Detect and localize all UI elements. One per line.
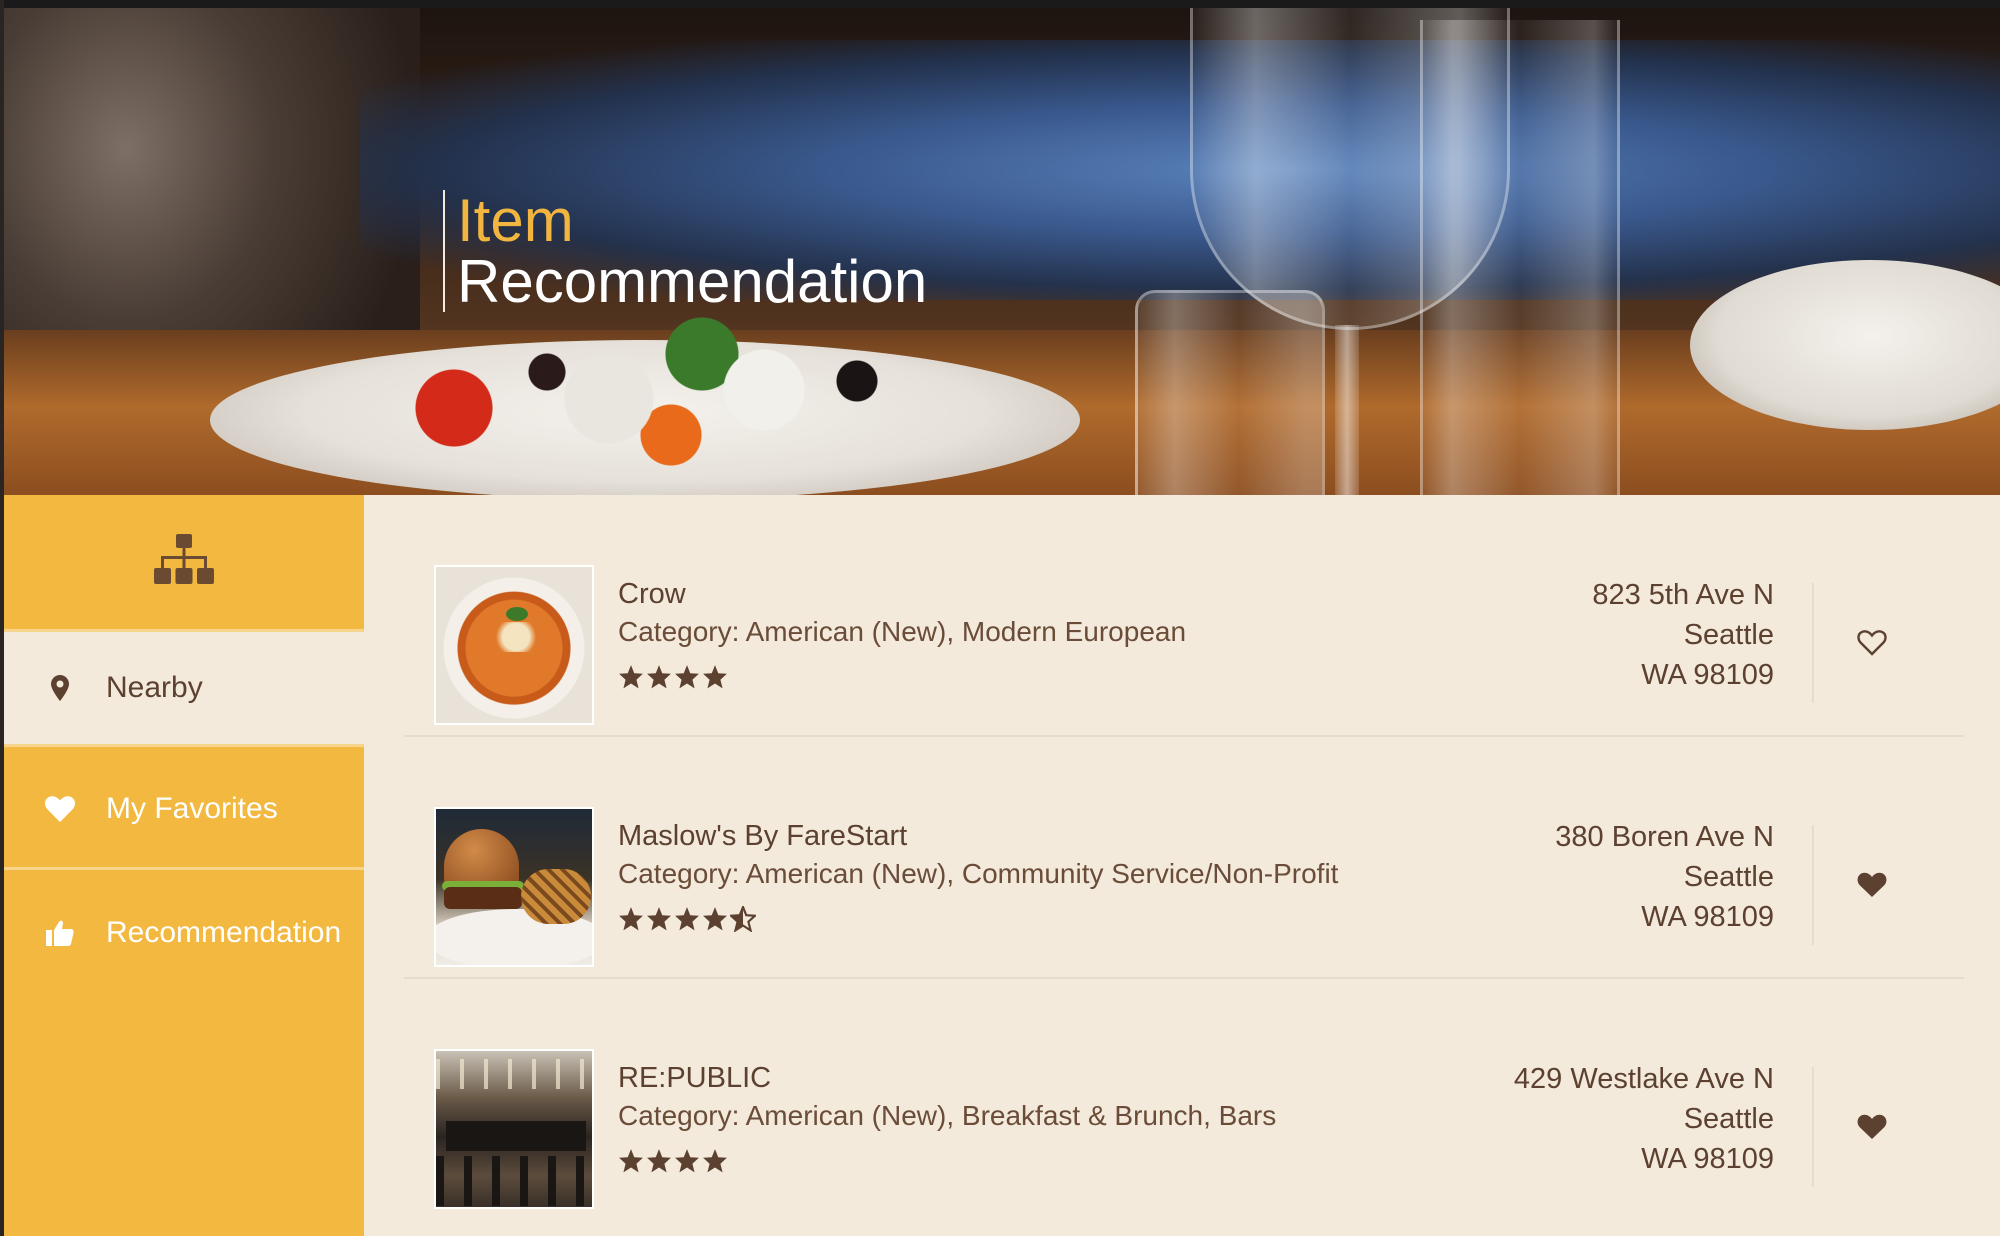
hero-banner: Item Recommendation (0, 0, 2000, 495)
recommendation-list: Crow Category: American (New), Modern Eu… (364, 495, 2000, 1236)
star-icon (703, 1149, 727, 1173)
page-title-line1: Item (457, 187, 574, 254)
star-rating (618, 903, 1438, 935)
heart-filled-icon (1857, 872, 1887, 897)
pasta-photo[interactable] (434, 565, 594, 725)
sidebar-item-label: Nearby (106, 671, 203, 704)
favorite-toggle-button[interactable] (1852, 1107, 1892, 1147)
restaurant-interior-photo[interactable] (434, 1049, 594, 1209)
star-icon (703, 665, 727, 689)
star-icon (647, 665, 671, 689)
item-address: 380 Boren Ave N Seattle WA 98109 (1555, 821, 1774, 933)
heart-filled-icon (1857, 1114, 1887, 1139)
item-category: Category: American (New), Breakfast & Br… (618, 1100, 1277, 1131)
salad-image (330, 300, 950, 480)
item-category: Category: American (New), Modern Europea… (618, 616, 1187, 647)
sitemap-icon[interactable] (154, 533, 214, 591)
item-address: 823 5th Ave N Seattle WA 98109 (1592, 579, 1774, 691)
sidebar-header (4, 495, 364, 632)
favorite-toggle-button[interactable] (1852, 623, 1892, 663)
favorite-toggle-button[interactable] (1852, 865, 1892, 905)
sidebar-item-label: Recommendation (106, 916, 342, 949)
page-title: Item Recommendation (443, 190, 927, 312)
item-name[interactable]: RE:PUBLIC (618, 1059, 1438, 1097)
sidebar-item-nearby[interactable]: Nearby (4, 632, 364, 747)
star-icon (619, 1149, 643, 1173)
item-address: 429 Westlake Ave N Seattle WA 98109 (1513, 1063, 1774, 1175)
map-pin-icon (40, 675, 80, 701)
list-item[interactable]: Crow Category: American (New), Modern Eu… (404, 495, 1964, 737)
star-half-icon (730, 906, 756, 932)
sidebar-item-my-favorites[interactable]: My Favorites (4, 750, 364, 870)
star-icon (619, 665, 643, 689)
item-category: Category: American (New), Community Serv… (618, 858, 1339, 889)
page-title-line2: Recommendation (457, 248, 928, 316)
star-icon (675, 1149, 699, 1173)
item-name[interactable]: Maslow's By FareStart (618, 817, 1438, 855)
sidebar-item-recommendation[interactable]: Recommendation (4, 873, 364, 993)
star-icon (647, 907, 671, 931)
sidebar-item-label: My Favorites (106, 791, 278, 825)
heart-outline-icon (1857, 630, 1887, 656)
star-icon (619, 907, 643, 931)
star-rating (618, 661, 1438, 693)
star-icon (647, 1149, 671, 1173)
star-icon (703, 907, 727, 931)
burger-photo[interactable] (434, 807, 594, 967)
thumbs-up-icon (40, 920, 80, 946)
star-rating (618, 1145, 1438, 1177)
list-item[interactable]: Maslow's By FareStart Category: American… (404, 737, 1964, 979)
heart-icon (40, 795, 80, 822)
list-item[interactable]: RE:PUBLIC Category: American (New), Brea… (404, 979, 1964, 1221)
star-icon (675, 907, 699, 931)
sidebar: Nearby My Favorites Recommendation (0, 495, 364, 1236)
star-icon (675, 665, 699, 689)
item-name[interactable]: Crow (618, 575, 1438, 613)
